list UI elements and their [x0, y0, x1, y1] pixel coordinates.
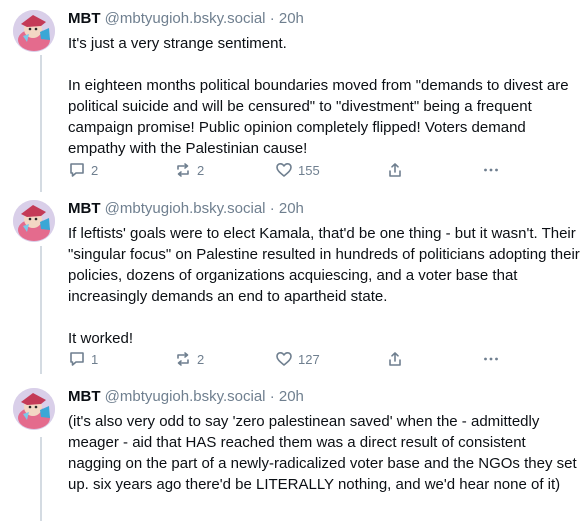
- speech-bubble-icon: [68, 350, 86, 368]
- post[interactable]: MBT @mbtyugioh.bsky.social · 20h If left…: [0, 200, 586, 370]
- timestamp[interactable]: 20h: [279, 10, 304, 27]
- ellipsis-icon: [482, 161, 500, 179]
- avatar[interactable]: [13, 200, 55, 242]
- post-text: (it's also very odd to say 'zero palesti…: [68, 411, 580, 495]
- author-handle[interactable]: @mbtyugioh.bsky.social: [105, 200, 266, 217]
- timestamp[interactable]: 20h: [279, 388, 304, 405]
- share-button[interactable]: [386, 349, 404, 369]
- post-paragraph: If leftists' goals were to elect Kamala,…: [68, 225, 580, 305]
- post[interactable]: MBT @mbtyugioh.bsky.social · 20h It's ju…: [0, 10, 586, 180]
- repost-button[interactable]: 2: [174, 349, 204, 369]
- like-button[interactable]: 155: [275, 160, 320, 180]
- more-options-button[interactable]: [482, 349, 500, 369]
- post-actions: 2 2 155: [68, 160, 508, 180]
- reply-count: 1: [91, 351, 99, 367]
- reply-count: 2: [91, 162, 99, 178]
- timestamp[interactable]: 20h: [279, 200, 304, 217]
- post-content: MBT @mbtyugioh.bsky.social · 20h It's ju…: [68, 10, 580, 159]
- share-button[interactable]: [386, 160, 404, 180]
- repost-button[interactable]: 2: [174, 160, 204, 180]
- post-paragraph: (it's also very odd to say 'zero palesti…: [68, 413, 577, 493]
- speech-bubble-icon: [68, 161, 86, 179]
- repost-arrows-icon: [174, 161, 192, 179]
- more-options-button[interactable]: [482, 160, 500, 180]
- author-name[interactable]: MBT: [68, 200, 101, 217]
- author-handle[interactable]: @mbtyugioh.bsky.social: [105, 10, 266, 27]
- reply-button[interactable]: 2: [68, 160, 98, 180]
- author-name[interactable]: MBT: [68, 10, 101, 27]
- like-button[interactable]: 127: [275, 349, 320, 369]
- post-paragraph: It worked!: [68, 330, 134, 347]
- avatar[interactable]: [13, 388, 55, 430]
- post-paragraph: In eighteen months political boundaries …: [68, 77, 569, 157]
- author-name[interactable]: MBT: [68, 388, 101, 405]
- post[interactable]: MBT @mbtyugioh.bsky.social · 20h (it's a…: [0, 388, 586, 521]
- reply-button[interactable]: 1: [68, 349, 98, 369]
- post-header: MBT @mbtyugioh.bsky.social · 20h: [68, 200, 580, 218]
- share-upload-icon: [386, 350, 404, 368]
- heart-icon: [275, 161, 293, 179]
- separator: ·: [269, 200, 275, 217]
- post-actions: 1 2 127: [68, 349, 508, 369]
- avatar[interactable]: [13, 10, 55, 52]
- like-count: 127: [298, 351, 320, 367]
- heart-icon: [275, 350, 293, 368]
- separator: ·: [269, 388, 275, 405]
- repost-arrows-icon: [174, 350, 192, 368]
- post-header: MBT @mbtyugioh.bsky.social · 20h: [68, 388, 580, 406]
- post-paragraph: It's just a very strange sentiment.: [68, 35, 287, 52]
- ellipsis-icon: [482, 350, 500, 368]
- post-content: MBT @mbtyugioh.bsky.social · 20h (it's a…: [68, 388, 580, 495]
- post-text: If leftists' goals were to elect Kamala,…: [68, 223, 580, 349]
- separator: ·: [269, 10, 275, 27]
- like-count: 155: [298, 162, 320, 178]
- share-upload-icon: [386, 161, 404, 179]
- post-header: MBT @mbtyugioh.bsky.social · 20h: [68, 10, 580, 28]
- repost-count: 2: [197, 351, 205, 367]
- post-content: MBT @mbtyugioh.bsky.social · 20h If left…: [68, 200, 580, 349]
- repost-count: 2: [197, 162, 205, 178]
- post-text: It's just a very strange sentiment. In e…: [68, 33, 580, 159]
- author-handle[interactable]: @mbtyugioh.bsky.social: [105, 388, 266, 405]
